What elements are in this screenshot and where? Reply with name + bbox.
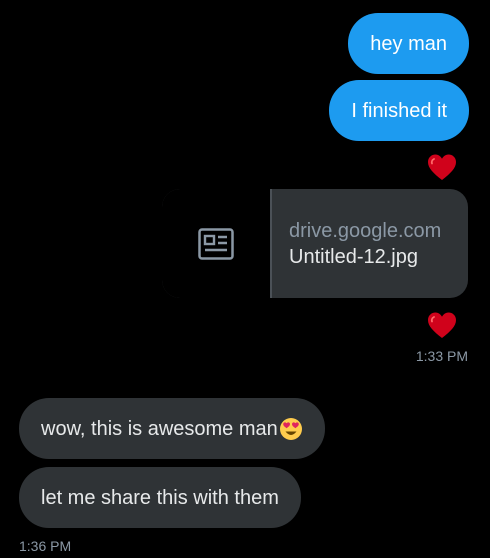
message-text: let me share this with them [41, 486, 279, 509]
heart-icon[interactable] [427, 311, 457, 341]
link-title: Untitled-12.jpg [289, 246, 418, 268]
message-text: wow, this is awesome man [41, 417, 278, 440]
link-domain: drive.google.com [289, 220, 442, 242]
message-text: I finished it [351, 99, 447, 122]
heart-icon[interactable] [427, 153, 457, 183]
received-timestamp: 1:36 PM [19, 538, 72, 554]
message-text: hey man [370, 32, 447, 55]
sent-timestamp: 1:33 PM [415, 348, 468, 364]
received-message-bubble[interactable]: let me share this with them [19, 467, 301, 528]
card-divider [270, 189, 272, 298]
article-icon [198, 227, 234, 260]
sent-message-bubble[interactable]: hey man [348, 13, 469, 74]
sent-message-bubble[interactable]: I finished it [329, 80, 469, 141]
received-message-bubble[interactable]: wow, this is awesome man [19, 398, 325, 459]
link-thumbnail [162, 189, 270, 298]
heart-eyes-emoji-icon [279, 417, 302, 440]
link-preview-card[interactable]: drive.google.com Untitled-12.jpg [162, 189, 468, 298]
